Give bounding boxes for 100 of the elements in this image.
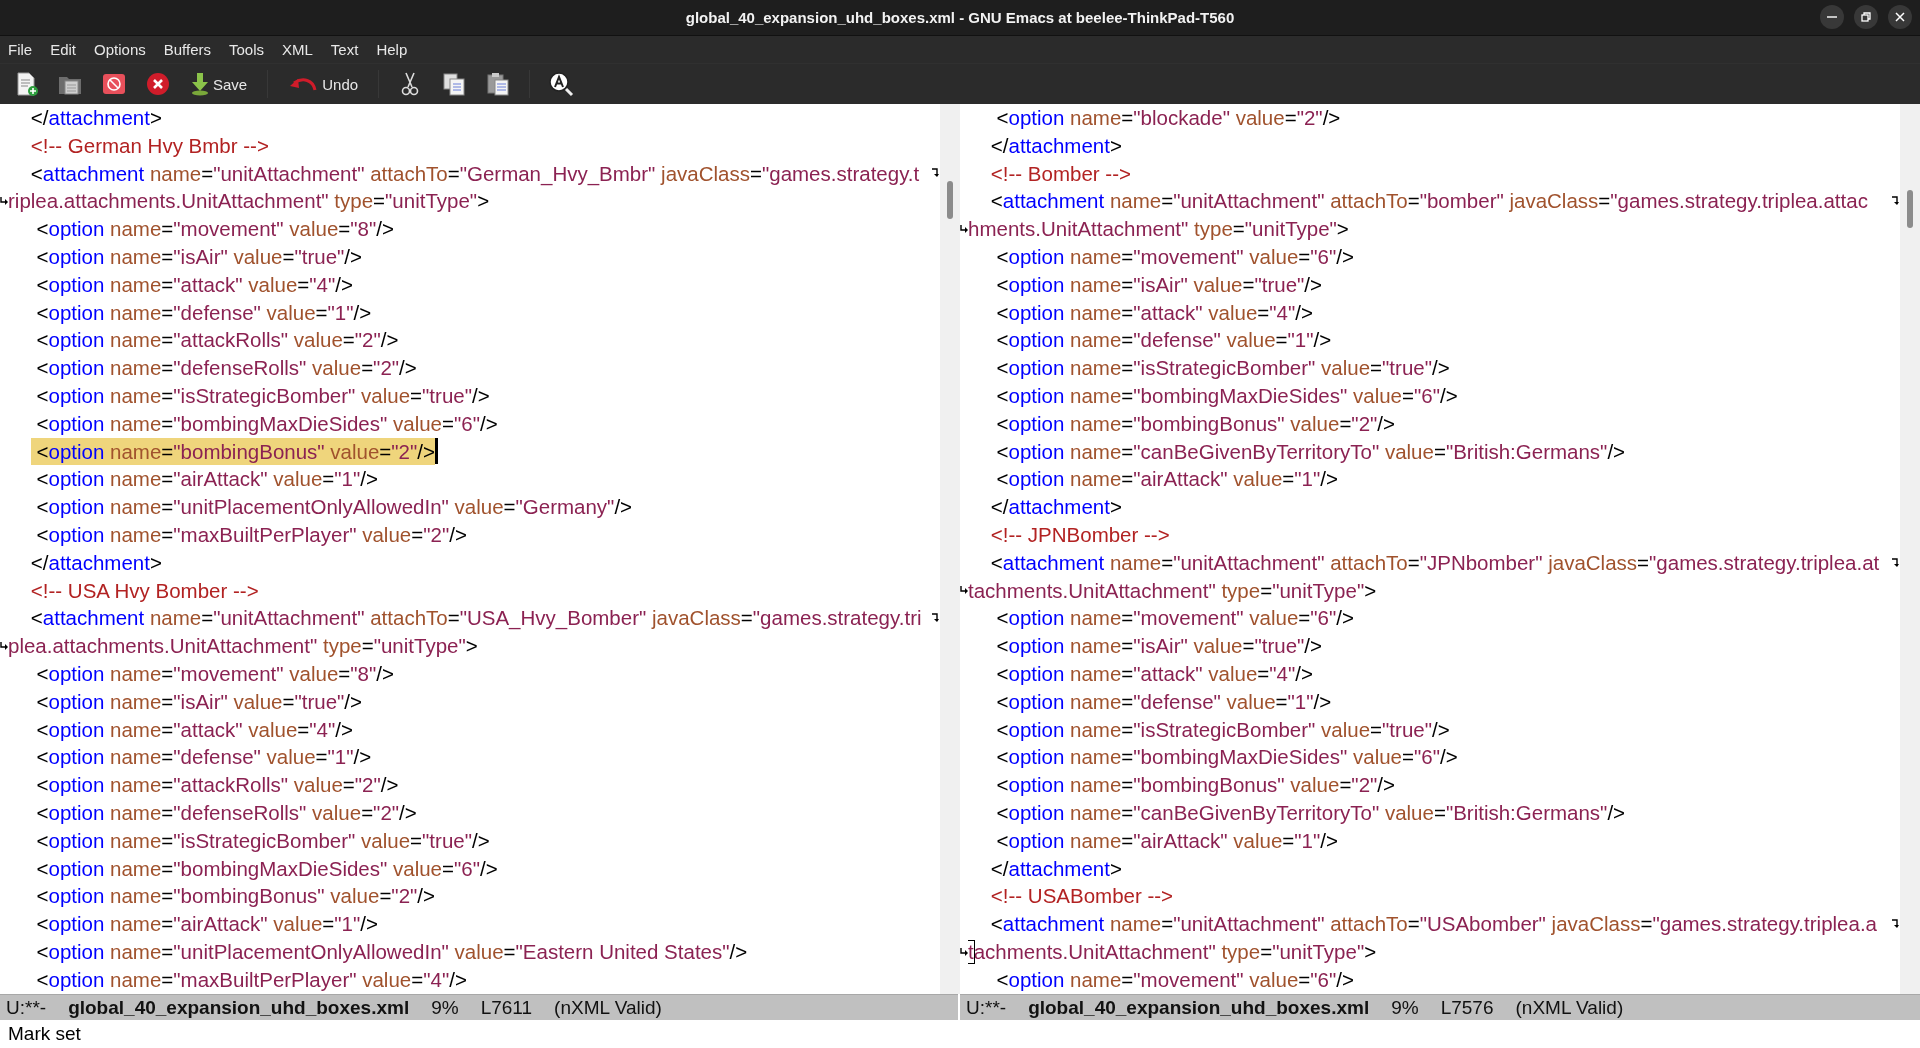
- code-line: <option name="attack" value="4"/>: [35, 716, 353, 743]
- code-line: <option name="attackRolls" value="2"/>: [35, 327, 399, 354]
- echo-area-message: Mark set: [8, 1023, 81, 1045]
- major-mode: (nXML Valid): [554, 996, 662, 1019]
- scroll-position: 9%: [431, 996, 459, 1019]
- code-line: <option name="airAttack" value="1"/>: [995, 827, 1338, 854]
- code-line: <option name="blockade" value="2"/>: [995, 105, 1341, 131]
- code-line: </attachment>: [989, 132, 1122, 159]
- code-line: <option name="bombingBonus" value="2"/>: [995, 410, 1395, 437]
- menu-item[interactable]: File: [1, 39, 40, 60]
- line-continuation-icon: [0, 196, 8, 207]
- menu-item[interactable]: Options: [87, 39, 153, 60]
- code-line: </attachment>: [989, 855, 1122, 882]
- code-line: <!-- JPNBomber -->: [989, 521, 1170, 548]
- code-line: <option name="bombingMaxDieSides" value="6"/>: [995, 744, 1458, 771]
- buffer-status: U:**-: [6, 996, 47, 1019]
- line-wrap-icon: [1891, 919, 1899, 929]
- line-continuation-icon: [960, 224, 968, 235]
- code-line: <option name="bombingMaxDieSides" value="6"/>: [35, 855, 498, 882]
- minimize-button[interactable]: [1820, 5, 1844, 29]
- menu-item[interactable]: XML: [275, 39, 320, 60]
- buffer-name: global_40_expansion_uhd_boxes.xml: [68, 996, 410, 1019]
- major-mode: (nXML Valid): [1515, 996, 1624, 1019]
- code-line: <!-- Bomber -->: [989, 160, 1131, 187]
- code-line: <option name="defense" value="1"/>: [995, 327, 1332, 354]
- menu-item[interactable]: Tools: [222, 39, 271, 60]
- code-line: <!-- USA Hvy Bomber -->: [29, 577, 259, 604]
- code-line: <option name="attack" value="4"/>: [995, 299, 1313, 326]
- code-line: <option name="isStrategicBomber" value="true"/>: [35, 827, 490, 854]
- line-number: L7576: [1440, 996, 1494, 1019]
- code-line: <option name="attack" value="4"/>: [35, 271, 353, 298]
- window-title: global_40_expansion_uhd_boxes.xml - GNU Emacs at beelee-ThinkPad-T560: [685, 9, 1235, 26]
- line-wrap-icon: [931, 168, 939, 179]
- code-line: </attachment>: [989, 494, 1122, 521]
- code-line: <attachment name="unitAttachment" attachTo="bomber" javaClass="games.strategy.triplea.attac: [989, 188, 1868, 215]
- code-line: <option name="unitPlacementOnlyAllowedIn" value="Eastern United States"/>: [35, 938, 748, 965]
- code-line: <!-- USABomber -->: [989, 883, 1174, 910]
- code-line: <option name="defense" value="1"/>: [35, 299, 372, 326]
- code-line: <option name="airAttack" value="1"/>: [995, 466, 1338, 493]
- code-line: <attachment name="unitAttachment" attachTo="USA_Hvy_Bomber" javaClass="games.strategy.tri: [29, 605, 922, 632]
- code-line: <option name="bombingMaxDieSides" value="6"/>: [995, 382, 1458, 409]
- code-line: <option name="movement" value="6"/>: [995, 605, 1354, 632]
- undo-button[interactable]: Undo: [286, 72, 361, 96]
- buffer-name: global_40_expansion_uhd_boxes.xml: [1028, 996, 1370, 1019]
- paste-icon[interactable]: [485, 71, 512, 97]
- line-wrap-icon: [1891, 557, 1899, 568]
- line-continuation-icon: [960, 585, 968, 596]
- close-button[interactable]: [1888, 5, 1912, 29]
- code-line: <option name="bombingBonus" value="2"/>: [995, 772, 1395, 799]
- code-line: <!-- German Hvy Bmbr -->: [29, 132, 269, 159]
- code-line: <option name="isStrategicBomber" value="true"/>: [995, 355, 1450, 382]
- menu-item[interactable]: Help: [369, 39, 415, 60]
- code-line: <option name="canBeGivenByTerritoryTo" value="British:Germans"/>: [995, 438, 1626, 465]
- buffer-status: U:**-: [966, 996, 1007, 1019]
- code-line: <option name="maxBuiltPerPlayer" value="2"/>: [35, 521, 467, 548]
- maximize-button[interactable]: [1854, 5, 1878, 29]
- close-icon: [1894, 11, 1906, 23]
- code-line: <option name="isAir" value="true"/>: [35, 688, 363, 715]
- search-icon[interactable]: [548, 71, 575, 97]
- code-line: <option name="movement" value="6"/>: [995, 966, 1354, 993]
- code-line: plea.attachments.UnitAttachment" type="unitType">: [8, 633, 478, 660]
- code-line: <option name="defense" value="1"/>: [995, 688, 1332, 715]
- scrollbar-thumb[interactable]: [1907, 190, 1913, 228]
- code-line: <option name="isAir" value="true"/>: [995, 633, 1323, 660]
- download-arrow-icon: [191, 72, 209, 96]
- code-line: <option name="maxBuiltPerPlayer" value="4"/>: [35, 966, 467, 993]
- code-line: <option name="isAir" value="true"/>: [35, 244, 363, 270]
- line-number: L7611: [480, 996, 533, 1019]
- code-line: <option name="isStrategicBomber" value="true"/>: [35, 382, 490, 409]
- menu-item[interactable]: Text: [323, 39, 366, 60]
- code-line: <option name="isAir" value="true"/>: [995, 271, 1323, 298]
- line-continuation-icon: [0, 641, 8, 652]
- scrollbar[interactable]: [1900, 104, 1920, 994]
- scrollbar[interactable]: [940, 104, 960, 994]
- code-line: <option name="bombingMaxDieSides" value="6"/>: [35, 410, 498, 437]
- scroll-position: 9%: [1391, 996, 1419, 1019]
- code-line: <option name="airAttack" value="1"/>: [35, 911, 378, 938]
- code-line: hments.UnitAttachment" type="unitType">: [968, 216, 1349, 243]
- stop-icon[interactable]: [101, 71, 127, 97]
- minimize-icon: [1827, 16, 1837, 18]
- code-line: <attachment name="unitAttachment" attachTo="German_Hvy_Bmbr" javaClass="games.strategy.t: [29, 160, 920, 188]
- code-line: <option name="unitPlacementOnlyAllowedIn" value="Germany"/>: [35, 494, 633, 521]
- code-line: </attachment>: [29, 549, 162, 576]
- code-line: <attachment name="unitAttachment" attachTo="JPNbomber" javaClass="games.strategy.triplea.at: [989, 549, 1880, 576]
- menu-item[interactable]: Edit: [43, 39, 84, 60]
- code-line: riplea.attachments.UnitAttachment" type="unitType">: [8, 188, 490, 215]
- restore-icon: [1860, 11, 1872, 23]
- code-line: <option name="attack" value="4"/>: [995, 660, 1313, 687]
- code-line: <option name="movement" value="8"/>: [35, 216, 394, 243]
- copy-icon[interactable]: [441, 71, 468, 97]
- code-line: </attachment>: [29, 105, 162, 131]
- code-line: <option name="movement" value="6"/>: [995, 244, 1354, 270]
- scrollbar-thumb[interactable]: [947, 181, 953, 219]
- code-line: <option name="airAttack" value="1"/>: [35, 466, 378, 493]
- cancel-icon[interactable]: [145, 71, 171, 97]
- code-line: <option name="defenseRolls" value="2"/>: [35, 355, 417, 382]
- code-line: <option name="canBeGivenByTerritoryTo" value="British:Germans"/>: [995, 799, 1626, 826]
- menu-item[interactable]: Buffers: [156, 39, 218, 60]
- line-wrap-icon: [1891, 196, 1899, 207]
- save-button[interactable]: Save: [189, 70, 250, 98]
